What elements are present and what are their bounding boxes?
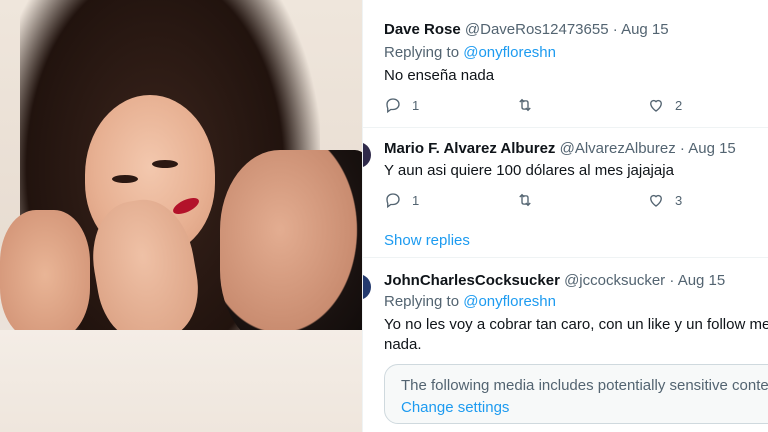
author-name[interactable]: JohnCharlesCocksucker — [384, 272, 560, 289]
change-settings-link[interactable]: Change settings — [401, 399, 509, 416]
mention-link[interactable]: @onyfloreshn — [463, 44, 556, 61]
reply-count: 1 — [412, 97, 420, 113]
reply-count: 1 — [412, 192, 420, 208]
show-replies-link[interactable]: Show replies — [384, 232, 470, 249]
tweet-text-line: nada. — [384, 336, 422, 353]
separator: · — [679, 140, 685, 157]
avatar[interactable] — [363, 142, 371, 168]
author-handle[interactable]: @jccocksucker — [564, 272, 665, 289]
like-button[interactable]: 2 — [647, 96, 682, 114]
separator: · — [612, 21, 618, 38]
retweet-icon — [519, 98, 531, 112]
tweet-date[interactable]: Aug 15 — [688, 140, 736, 157]
reply-icon — [386, 98, 400, 114]
like-count: 3 — [675, 192, 683, 208]
photo-sheet — [0, 330, 362, 432]
photo-eye — [112, 175, 138, 183]
tweet-header: Mario F. Alvarez Alburez @AlvarezAlburez… — [384, 139, 736, 159]
tweet[interactable]: Mario F. Alvarez Alburez @AlvarezAlburez… — [363, 128, 768, 258]
mention-link[interactable]: @onyfloreshn — [463, 293, 556, 310]
tweet-date[interactable]: Aug 15 — [621, 21, 669, 38]
replying-to: Replying to @onyfloreshn — [384, 43, 556, 63]
tweet-text: No enseña nada — [384, 67, 495, 84]
reply-button[interactable]: 1 — [384, 191, 419, 209]
retweet-button[interactable] — [516, 191, 534, 209]
replying-label: Replying to — [384, 44, 460, 61]
photo-arm — [0, 210, 90, 340]
heart-icon — [650, 194, 662, 207]
tweet-header: JohnCharlesCocksucker @jccocksucker · Au… — [384, 271, 725, 291]
tweet-text: Y aun asi quiere 100 dólares al mes jaja… — [384, 162, 674, 179]
like-button[interactable]: 3 — [647, 191, 682, 209]
notice-text: The following media includes potentially… — [401, 377, 768, 394]
tweet-header: Dave Rose @DaveRos12473655 · Aug 15 — [384, 20, 669, 40]
replying-to: Replying to @onyfloreshn — [384, 292, 556, 312]
reply-button[interactable]: 1 — [384, 96, 419, 114]
author-handle[interactable]: @AlvarezAlburez — [560, 140, 676, 157]
reply-thread: Dave Rose @DaveRos12473655 · Aug 15 Repl… — [362, 0, 768, 432]
author-handle[interactable]: @DaveRos12473655 — [465, 21, 609, 38]
retweet-icon — [519, 193, 531, 207]
author-name[interactable]: Dave Rose — [384, 21, 461, 38]
tweet-text: Yo no les voy a cobrar tan caro, con un … — [384, 315, 768, 355]
sensitive-media-notice: The following media includes potentially… — [384, 364, 768, 424]
tweet-date[interactable]: Aug 15 — [678, 272, 726, 289]
avatar[interactable] — [363, 274, 371, 300]
replying-label: Replying to — [384, 293, 460, 310]
photo-shoulder — [220, 150, 362, 350]
separator: · — [669, 272, 675, 289]
reply-icon — [386, 193, 400, 209]
profile-photo — [0, 0, 362, 432]
like-count: 2 — [675, 97, 683, 113]
tweet-text-line: Yo no les voy a cobrar tan caro, con un … — [384, 316, 768, 333]
author-name[interactable]: Mario F. Alvarez Alburez — [384, 140, 555, 157]
heart-icon — [650, 99, 662, 112]
tweet[interactable]: Dave Rose @DaveRos12473655 · Aug 15 Repl… — [363, 0, 768, 128]
tweet[interactable]: JohnCharlesCocksucker @jccocksucker · Au… — [363, 258, 768, 432]
retweet-button[interactable] — [516, 96, 534, 114]
photo-eye — [152, 160, 178, 168]
